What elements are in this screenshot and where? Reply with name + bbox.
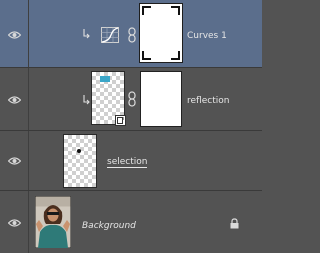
clipping-arrow-icon: [83, 95, 90, 105]
visibility-toggle[interactable]: [0, 191, 29, 253]
layer-row-reflection[interactable]: reflection: [0, 68, 262, 131]
layer-name[interactable]: reflection: [187, 96, 229, 106]
layer-mask-thumbnail[interactable]: [139, 3, 183, 63]
link-chain-icon[interactable]: [128, 27, 136, 43]
layer-name[interactable]: selection: [107, 157, 148, 168]
smart-object-icon: [115, 115, 126, 126]
thumbnail-content: [100, 76, 110, 82]
background-photo-thumbnail[interactable]: [35, 196, 71, 248]
eye-icon[interactable]: [8, 156, 21, 166]
thumbnail-content: [77, 149, 81, 153]
layer-name[interactable]: Background: [82, 221, 136, 231]
curves-adjustment-icon[interactable]: [101, 27, 119, 43]
lock-icon: [230, 218, 239, 229]
clipping-arrow-icon: [83, 29, 90, 39]
layer-thumbnail[interactable]: [63, 134, 97, 188]
eye-icon[interactable]: [8, 95, 21, 105]
link-chain-icon[interactable]: [128, 91, 136, 107]
eye-icon[interactable]: [8, 30, 21, 40]
eye-icon[interactable]: [8, 218, 21, 228]
layer-row-selection[interactable]: selection: [0, 131, 262, 191]
layer-row-curves-1[interactable]: Curves 1: [0, 0, 262, 68]
layer-name[interactable]: Curves 1: [187, 31, 227, 41]
visibility-toggle[interactable]: [0, 131, 29, 190]
visibility-toggle[interactable]: [0, 68, 29, 130]
layer-row-background[interactable]: Background: [0, 191, 262, 253]
layers-panel: Curves 1 reflection selection Background: [0, 0, 262, 253]
layer-mask-thumbnail[interactable]: [140, 71, 182, 127]
visibility-toggle[interactable]: [0, 0, 29, 67]
